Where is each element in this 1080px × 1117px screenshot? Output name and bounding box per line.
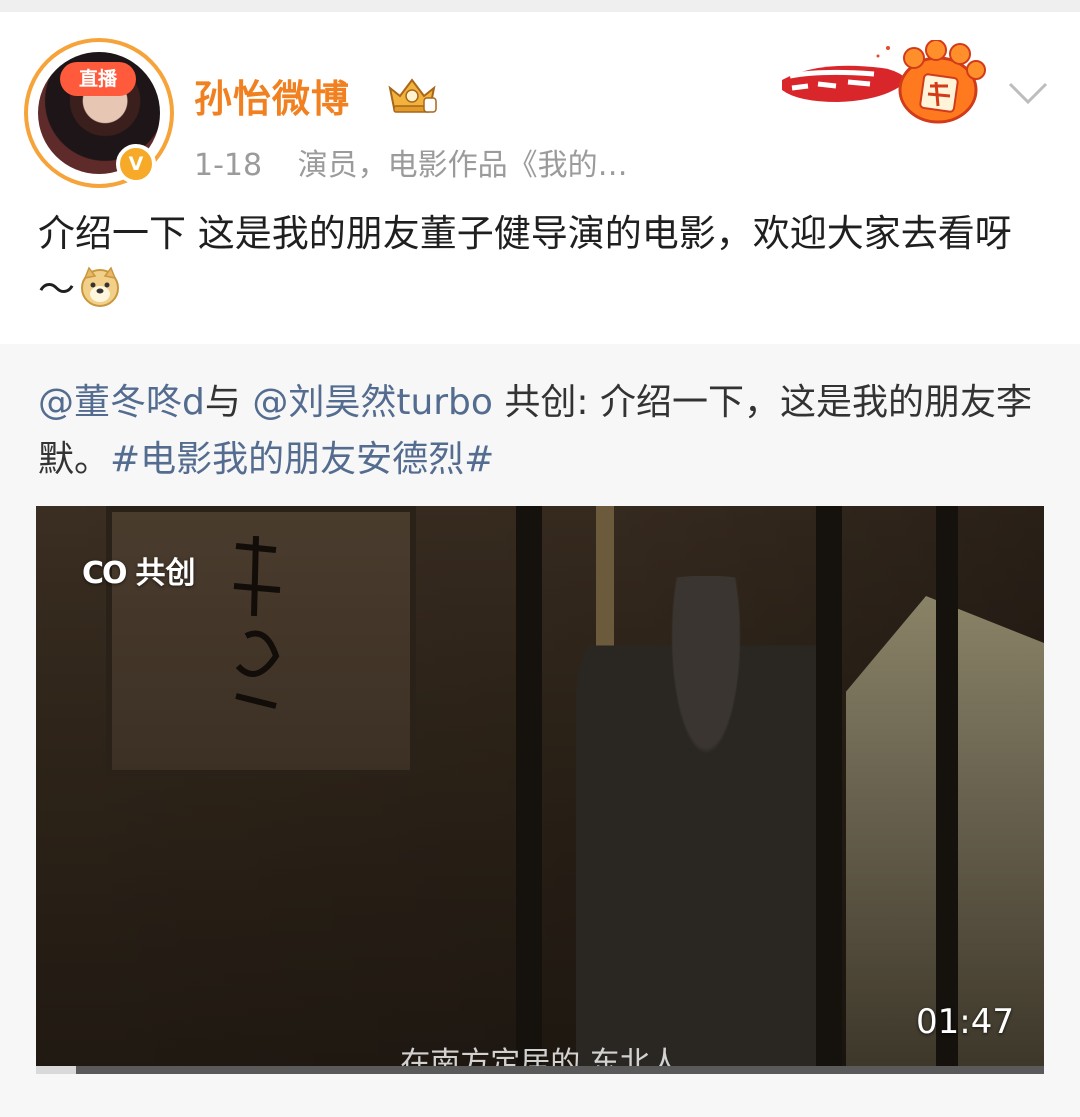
video-progress-track[interactable]	[36, 1066, 1044, 1074]
video-scene-post	[516, 506, 542, 1074]
live-badge[interactable]: 直播	[60, 62, 136, 96]
status-strip	[0, 0, 1080, 12]
post-header: 直播 V 孙怡微博 1-18 演员，电影作品《我的…	[0, 12, 1080, 192]
video-scene-post	[936, 506, 958, 1074]
post-date: 1-18	[194, 148, 263, 183]
crown-vip-icon[interactable]	[384, 72, 440, 116]
verified-badge: V	[116, 144, 156, 184]
doge-emoji-icon	[81, 266, 119, 307]
video-duration: 01:47	[916, 1002, 1014, 1042]
author-name[interactable]: 孙怡微博	[194, 68, 350, 123]
video-scene-calligraphy	[233, 535, 281, 709]
video-player[interactable]: CO 共创 01:47 在南方定居的 东北人	[36, 506, 1044, 1074]
tiger-year-banner-icon[interactable]	[778, 40, 992, 126]
video-scene-person	[576, 576, 836, 1074]
chevron-down-icon[interactable]	[1006, 78, 1050, 108]
post-text: 介绍一下 这是我的朋友董子健导演的电影，欢迎大家去看呀～	[38, 212, 1012, 311]
video-progress-fill	[36, 1066, 77, 1074]
repost-card[interactable]: @董冬咚d与 @刘昊然turbo 共创: 介绍一下，这是我的朋友李默。#电影我的…	[0, 344, 1080, 1117]
post-body: 介绍一下 这是我的朋友董子健导演的电影，欢迎大家去看呀～	[38, 206, 1048, 318]
co-logo-icon: CO	[82, 556, 128, 591]
repost-text: @董冬咚d与 @刘昊然turbo 共创: 介绍一下，这是我的朋友李默。#电影我的…	[38, 374, 1048, 488]
mention-liuhaoran[interactable]: @刘昊然turbo	[252, 382, 493, 423]
cocreate-badge: CO 共创	[82, 548, 196, 592]
hashtag-link[interactable]: #电影我的朋友安德烈#	[110, 439, 494, 480]
author-bio: 演员，电影作品《我的…	[297, 148, 628, 183]
video-scene-post	[816, 506, 842, 1074]
cocreate-label: 共创	[135, 556, 196, 591]
mention-dongdongdong[interactable]: @董冬咚d	[38, 382, 205, 423]
post-meta: 1-18 演员，电影作品《我的…	[194, 140, 628, 184]
repost-joiner: 与	[204, 382, 241, 423]
